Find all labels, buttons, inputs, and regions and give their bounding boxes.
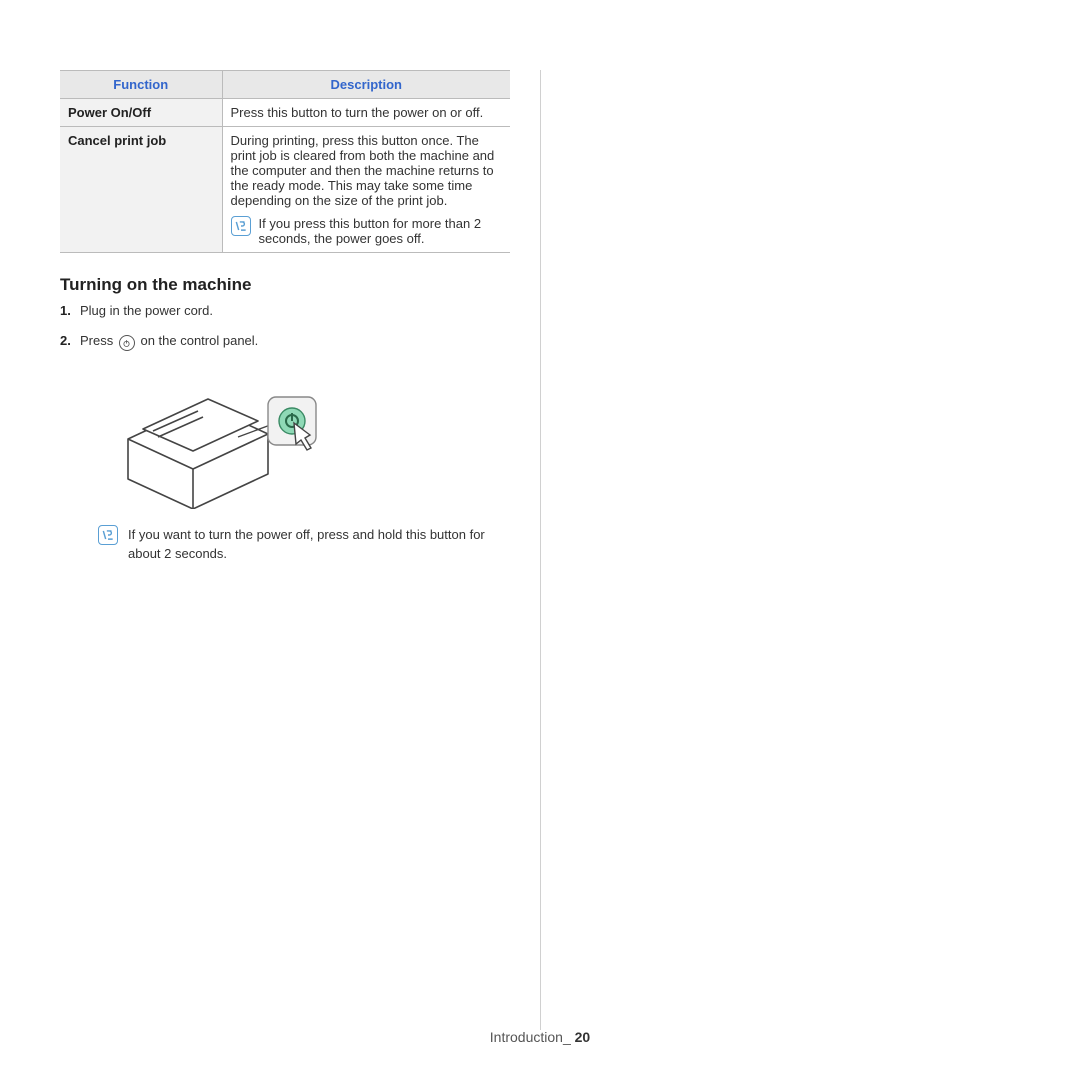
section-heading: Turning on the machine <box>60 275 510 295</box>
cell-description: During printing, press this button once.… <box>222 127 510 253</box>
note-icon <box>98 525 118 545</box>
page-body: Function Description Power On/Off Press … <box>0 0 1080 1000</box>
note-icon <box>231 216 251 236</box>
table-row: Cancel print job During printing, press … <box>60 127 510 253</box>
step-item: Plug in the power cord. <box>60 301 510 321</box>
column-divider <box>540 70 541 1030</box>
steps-list: Plug in the power cord. Press on the con… <box>60 301 510 564</box>
left-column: Function Description Power On/Off Press … <box>60 70 510 1000</box>
footer-page: 20 <box>575 1029 591 1045</box>
cell-note-text: If you press this button for more than 2… <box>259 216 503 246</box>
step-note-text: If you want to turn the power off, press… <box>128 525 510 564</box>
cell-function: Cancel print job <box>60 127 222 253</box>
th-description: Description <box>222 71 510 99</box>
table-row: Power On/Off Press this button to turn t… <box>60 99 510 127</box>
step-text-a: Press <box>80 333 117 348</box>
step-text-b: on the control panel. <box>140 333 258 348</box>
cell-function: Power On/Off <box>60 99 222 127</box>
power-icon <box>119 335 135 351</box>
cell-note: If you press this button for more than 2… <box>231 216 503 246</box>
cell-desc-text: During printing, press this button once.… <box>231 133 503 208</box>
printer-illustration <box>98 359 510 515</box>
footer-chapter: Introduction_ <box>490 1029 571 1045</box>
page-footer: Introduction_ 20 <box>0 1029 1080 1045</box>
cell-description: Press this button to turn the power on o… <box>222 99 510 127</box>
step-note: If you want to turn the power off, press… <box>98 525 510 564</box>
th-function: Function <box>60 71 222 99</box>
step-item: Press on the control panel. <box>60 331 510 564</box>
function-table: Function Description Power On/Off Press … <box>60 70 510 253</box>
